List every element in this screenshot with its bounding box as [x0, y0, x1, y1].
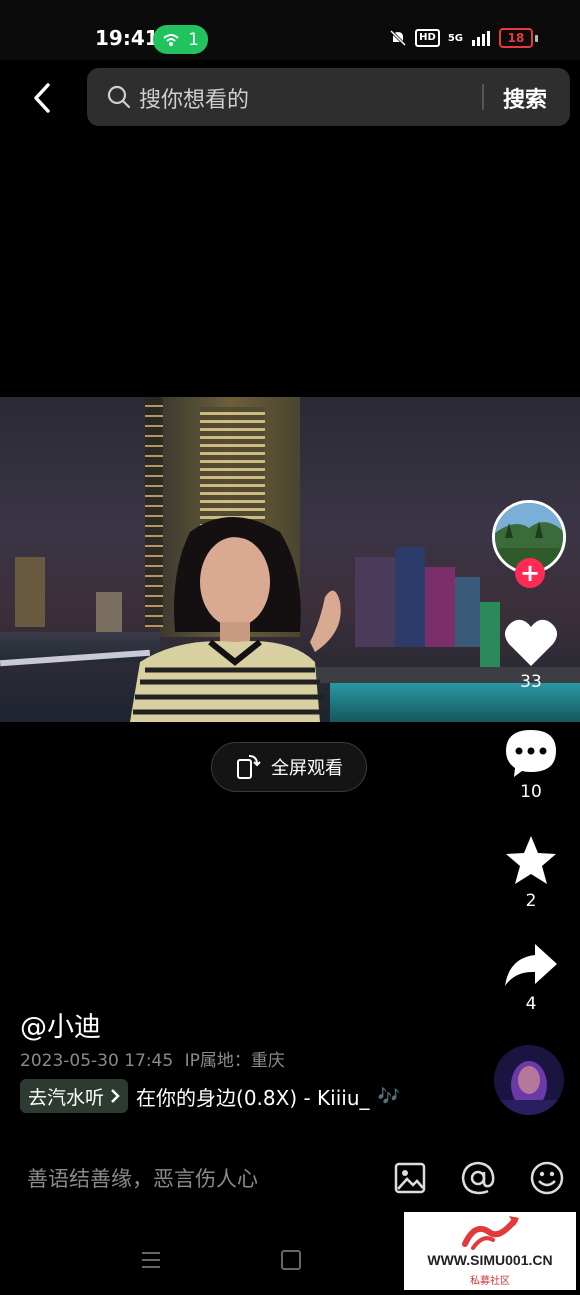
video-player[interactable]: [0, 397, 580, 722]
listen-chip-label: 去汽水听: [28, 1086, 105, 1109]
watermark-text: WWW.SIMU001.CN: [427, 1252, 553, 1268]
watermark-subtext: 私募社区: [470, 1276, 510, 1287]
hd-badge: HD: [415, 29, 440, 47]
person-figure: [130, 517, 341, 722]
search-bar[interactable]: 搜你想看的 搜索: [87, 68, 570, 126]
wifi-icon: [163, 33, 179, 46]
like-button[interactable]: 33: [498, 618, 564, 692]
follow-button[interactable]: +: [515, 558, 545, 588]
battery-indicator: 18: [499, 28, 538, 48]
comment-bubble-icon: [506, 730, 556, 777]
home-nav-button[interactable]: [281, 1250, 301, 1270]
share-button[interactable]: 4: [498, 942, 564, 1014]
music-title[interactable]: 在你的身边(0.8X) - Kiiiu_: [136, 1082, 370, 1111]
listen-in-app-chip[interactable]: 去汽水听: [20, 1079, 129, 1113]
comment-button[interactable]: 10: [498, 728, 564, 802]
heart-icon: [504, 619, 558, 666]
comment-tools: [393, 1160, 565, 1196]
chevron-left-icon: [34, 83, 50, 113]
search-input[interactable]: 搜你想看的: [139, 82, 249, 114]
status-icons: HD 5G 18: [389, 28, 538, 48]
like-count: 33: [520, 672, 542, 692]
hotspot-badge: 1: [153, 25, 208, 54]
image-icon[interactable]: [393, 1161, 427, 1195]
search-icon: [107, 85, 131, 109]
watermark-logo: [462, 1216, 519, 1250]
comment-count: 10: [520, 782, 542, 802]
post-datetime: 2023-05-30 17:45: [20, 1051, 174, 1071]
music-disc[interactable]: [494, 1045, 564, 1115]
hotspot-count: 1: [188, 29, 199, 50]
status-bar: 19:41 1 HD 5G 18: [0, 0, 580, 60]
share-arrow-icon: [505, 944, 557, 986]
back-button[interactable]: [24, 78, 60, 118]
star-icon: [506, 836, 556, 884]
clock: 19:41: [95, 26, 159, 50]
menu-nav-icon[interactable]: [140, 1250, 162, 1270]
mute-bell-icon: [390, 29, 407, 47]
favorite-count: 2: [525, 891, 537, 911]
watermark: WWW.SIMU001.CN 私募社区: [404, 1212, 576, 1290]
network-label: 5G: [447, 32, 463, 44]
fullscreen-label: 全屏观看: [271, 758, 343, 779]
comment-input[interactable]: 善语结善缘，恶言伤人心: [27, 1163, 258, 1193]
ip-location: IP属地：重庆: [184, 1051, 285, 1071]
share-count: 4: [525, 994, 537, 1014]
fullscreen-button[interactable]: 全屏观看: [211, 742, 367, 792]
music-cover-image: [494, 1045, 564, 1115]
emoji-icon[interactable]: [529, 1160, 565, 1196]
rotate-screen-icon: [237, 755, 261, 779]
music-row: 去汽水听 在你的身边(0.8X) - Kiiiu_ 🎶: [20, 1079, 400, 1113]
signal-icon: [472, 31, 490, 46]
author-name[interactable]: @小迪: [20, 1005, 101, 1044]
music-note-icon: 🎶: [377, 1085, 400, 1107]
search-button[interactable]: 搜索: [503, 82, 547, 114]
post-meta: 2023-05-30 17:45 IP属地：重庆: [20, 1046, 285, 1071]
battery-level: 18: [499, 28, 533, 48]
divider: [482, 84, 484, 110]
favorite-button[interactable]: 2: [498, 835, 564, 911]
chevron-right-icon: [111, 1089, 120, 1103]
mention-icon[interactable]: [460, 1160, 496, 1196]
